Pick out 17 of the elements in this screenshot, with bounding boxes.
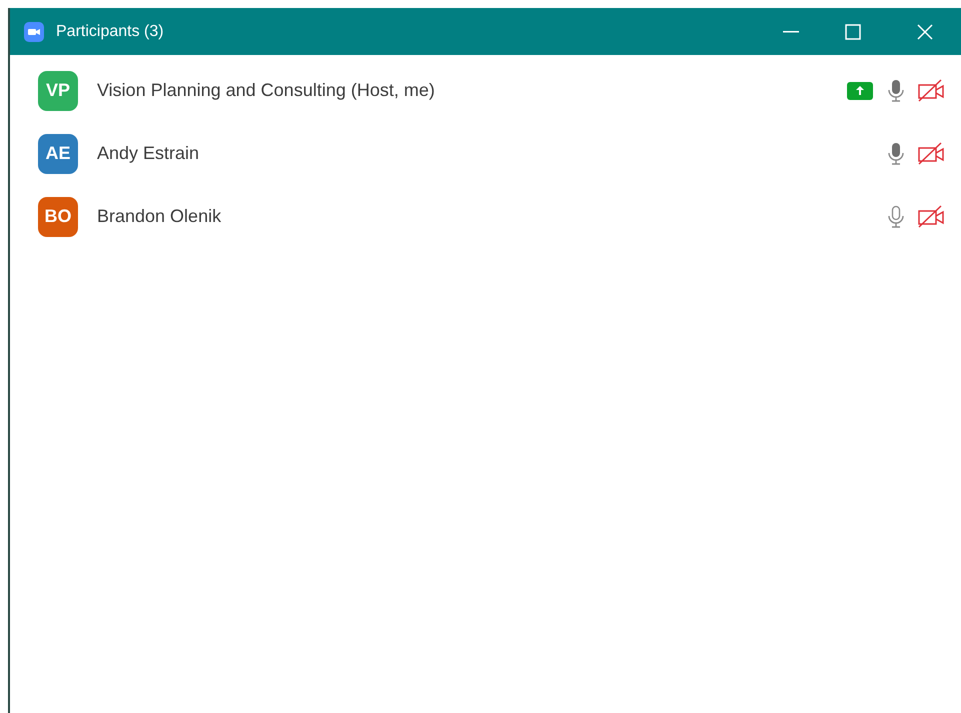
maximize-icon — [845, 24, 861, 40]
microphone-icon[interactable] — [887, 78, 905, 102]
participant-name: Vision Planning and Consulting (Host, me) — [97, 79, 436, 102]
microphone-icon[interactable] — [887, 142, 905, 166]
video-off-icon[interactable] — [917, 78, 945, 102]
participant-name: Brandon Olenik — [97, 205, 222, 228]
avatar: VP — [38, 70, 78, 110]
camera-icon — [24, 22, 44, 42]
participant-name: Andy Estrain — [97, 142, 200, 165]
avatar: BO — [38, 196, 78, 236]
close-icon — [917, 24, 933, 40]
minimize-icon — [783, 30, 799, 32]
video-off-icon[interactable] — [917, 204, 945, 228]
window-title: Participants (3) — [56, 22, 164, 42]
microphone-icon[interactable] — [887, 204, 905, 228]
avatar: AE — [38, 134, 78, 174]
video-off-icon[interactable] — [917, 142, 945, 166]
